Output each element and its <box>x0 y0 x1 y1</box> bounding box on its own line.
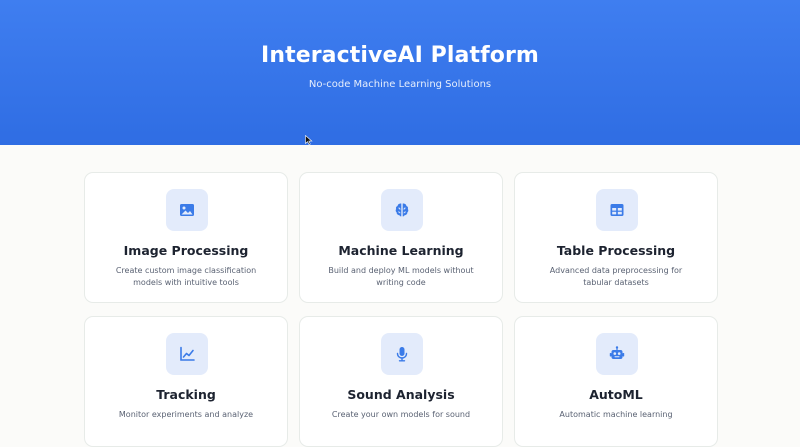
icon-tile <box>166 189 208 231</box>
brain-icon <box>395 203 409 217</box>
card-title: Sound Analysis <box>347 387 455 402</box>
icon-tile <box>596 333 638 375</box>
card-machine-learning[interactable]: Machine Learning Build and deploy ML mod… <box>299 172 503 303</box>
card-description: Monitor experiments and analyze <box>118 410 254 419</box>
image-icon <box>180 204 194 216</box>
icon-tile <box>166 333 208 375</box>
card-image-processing[interactable]: Image Processing Create custom image cla… <box>84 172 288 303</box>
card-description: Create your own models for sound <box>331 410 471 419</box>
table-icon <box>610 204 624 216</box>
card-description: Create custom image classification model… <box>115 266 257 287</box>
card-description: Automatic machine learning <box>559 410 673 419</box>
card-table-processing[interactable]: Table Processing Advanced data preproces… <box>514 172 718 303</box>
icon-tile <box>381 189 423 231</box>
card-description: Advanced data preprocessing for tabular … <box>549 266 683 287</box>
hero-banner: InteractiveAI Platform No-code Machine L… <box>0 0 800 145</box>
card-title: Table Processing <box>556 243 676 258</box>
card-title: Machine Learning <box>338 243 464 258</box>
icon-tile <box>381 333 423 375</box>
card-title: AutoML <box>589 387 643 402</box>
page-title: InteractiveAI Platform <box>261 43 539 68</box>
robot-icon <box>609 346 625 359</box>
card-title: Tracking <box>156 387 216 402</box>
page-subtitle: No-code Machine Learning Solutions <box>308 79 492 90</box>
card-title: Image Processing <box>123 243 249 258</box>
icon-tile <box>596 189 638 231</box>
card-automl[interactable]: AutoML Automatic machine learning <box>514 316 718 447</box>
card-description: Build and deploy ML models without writi… <box>328 266 474 287</box>
microphone-icon <box>396 347 408 362</box>
card-tracking[interactable]: Tracking Monitor experiments and analyze <box>84 316 288 447</box>
mouse-cursor-icon <box>305 135 313 145</box>
card-sound-analysis[interactable]: Sound Analysis Create your own models fo… <box>299 316 503 447</box>
chart-line-icon <box>180 346 195 361</box>
